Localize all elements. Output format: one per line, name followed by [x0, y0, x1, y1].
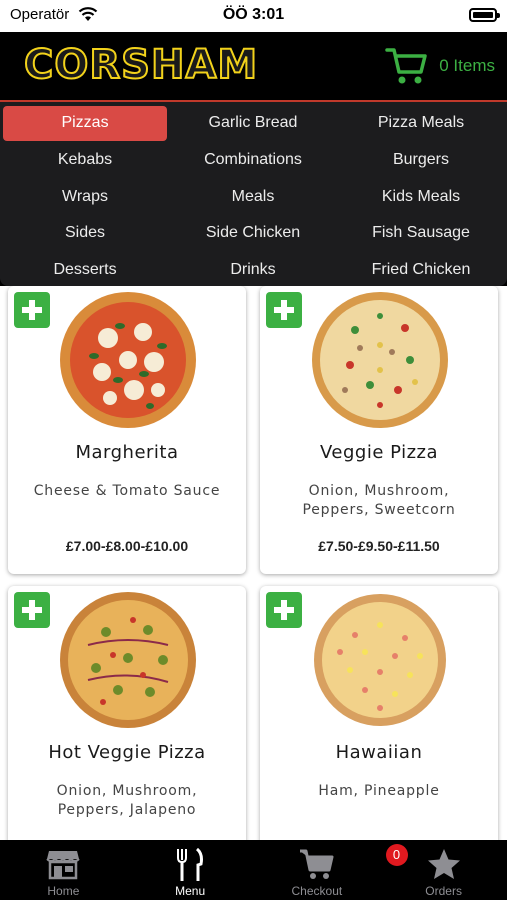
category-meals[interactable]: Meals: [171, 179, 335, 214]
product-card-hawaiian[interactable]: Hawaiian Ham, Pineapple: [260, 586, 498, 840]
product-description: Onion, Mushroom, Peppers, Jalapeno: [56, 783, 198, 818]
store-icon: [46, 851, 81, 880]
cart-icon: [385, 48, 427, 84]
product-card-veggie-pizza[interactable]: Veggie Pizza Onion, Mushroom, Peppers, S…: [260, 286, 498, 574]
category-drinks[interactable]: Drinks: [171, 253, 335, 288]
category-kebabs[interactable]: Kebabs: [3, 143, 167, 178]
product-name: Veggie Pizza: [319, 442, 439, 463]
product-name: Hot Veggie Pizza: [48, 742, 206, 763]
battery-icon: [469, 8, 500, 22]
tab-menu[interactable]: Menu: [127, 840, 254, 900]
product-card-hot-veggie-pizza[interactable]: Hot Veggie Pizza Onion, Mushroom, Pepper…: [8, 586, 246, 840]
product-description: Ham, Pineapple: [318, 783, 440, 799]
add-to-cart-button[interactable]: [14, 292, 50, 328]
tab-label: Checkout: [291, 884, 343, 898]
status-bar: Operatör ÖÖ 3:01: [0, 0, 507, 32]
category-menu: Pizzas Garlic Bread Pizza Meals Kebabs C…: [0, 100, 507, 286]
product-name: Hawaiian: [335, 742, 423, 763]
add-to-cart-button[interactable]: [266, 292, 302, 328]
product-price: £7.00-£8.00-£10.00: [65, 538, 189, 554]
margherita-pizza-image: [60, 292, 196, 428]
cart-icon: [299, 849, 334, 879]
tab-label: Orders: [425, 884, 462, 898]
product-grid[interactable]: Margherita Cheese & Tomato Sauce £7.00-£…: [0, 286, 507, 840]
category-desserts[interactable]: Desserts: [3, 253, 167, 288]
app-header: CORSHAM 0 Items: [0, 32, 507, 100]
product-description: Onion, Mushroom, Peppers, Sweetcorn: [302, 483, 456, 518]
tab-label: Home: [47, 884, 80, 898]
hot-veggie-pizza-image: [60, 592, 196, 728]
hawaiian-pizza-image: [314, 594, 446, 726]
header-cart-button[interactable]: 0 Items: [385, 44, 495, 88]
category-burgers[interactable]: Burgers: [339, 143, 503, 178]
category-kids-meals[interactable]: Kids Meals: [339, 179, 503, 214]
cart-count: 0 Items: [439, 56, 495, 75]
tab-home[interactable]: Home: [0, 840, 127, 900]
category-fish-sausage[interactable]: Fish Sausage: [339, 216, 503, 251]
product-price: £7.50-£9.50-£11.50: [318, 538, 440, 554]
add-to-cart-button[interactable]: [14, 592, 50, 628]
add-to-cart-button[interactable]: [266, 592, 302, 628]
product-name: Margherita: [75, 442, 179, 463]
category-pizzas[interactable]: Pizzas: [3, 106, 167, 141]
category-combinations[interactable]: Combinations: [171, 143, 335, 178]
category-fried-chicken[interactable]: Fried Chicken: [339, 253, 503, 288]
tab-checkout[interactable]: 0 Checkout: [254, 840, 408, 900]
category-side-chicken[interactable]: Side Chicken: [171, 216, 335, 251]
category-pizza-meals[interactable]: Pizza Meals: [339, 106, 503, 141]
fork-knife-icon: [177, 848, 204, 881]
clock: ÖÖ 3:01: [222, 6, 285, 23]
category-wraps[interactable]: Wraps: [3, 179, 167, 214]
star-icon: [427, 849, 460, 879]
category-sides[interactable]: Sides: [3, 216, 167, 251]
tab-label: Menu: [175, 884, 206, 898]
product-description: Cheese & Tomato Sauce: [33, 483, 221, 499]
veggie-pizza-image: [312, 292, 448, 428]
product-card-margherita[interactable]: Margherita Cheese & Tomato Sauce £7.00-£…: [8, 286, 246, 574]
category-garlic-bread[interactable]: Garlic Bread: [171, 106, 335, 141]
brand-logo: CORSHAM: [23, 41, 259, 89]
bottom-tab-bar: Home Menu 0 Checkout Orders: [0, 840, 507, 900]
tab-orders[interactable]: Orders: [380, 840, 507, 900]
